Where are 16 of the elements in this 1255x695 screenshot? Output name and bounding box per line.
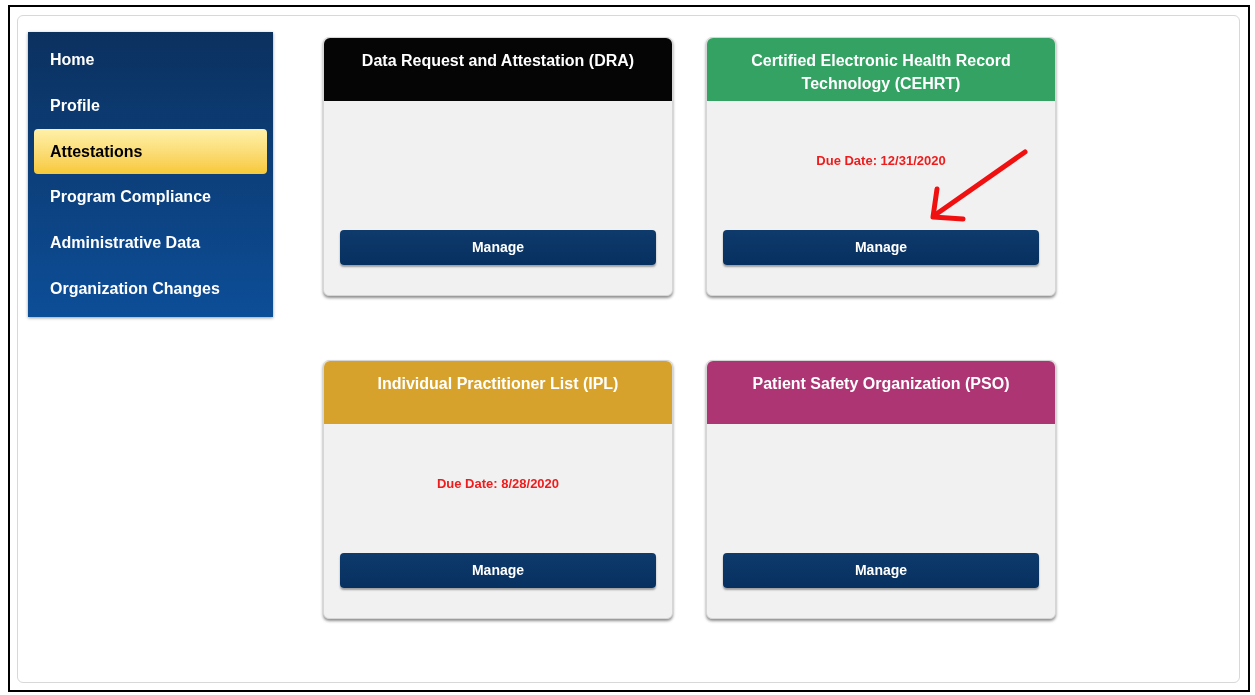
due-date: Due Date: 8/28/2020 [436,475,560,493]
sidebar-item[interactable]: Home [34,37,267,83]
sidebar-item[interactable]: Profile [34,83,267,129]
manage-button[interactable]: Manage [340,553,656,588]
card-title: Individual Practitioner List (IPL) [377,374,619,394]
card-title: Patient Safety Organization (PSO) [752,374,1010,394]
sidebar-item[interactable]: Attestations [34,129,267,174]
manage-button[interactable]: Manage [340,230,656,265]
manage-button[interactable]: Manage [723,553,1039,588]
card-title: Certified Electronic Health Record Technology (CEHRT) [750,51,1012,94]
sidebar-item[interactable]: Organization Changes [34,266,267,312]
due-date: Due Date: 12/31/2020 [816,152,946,170]
sidebar-item[interactable]: Program Compliance [34,174,267,220]
manage-button[interactable]: Manage [723,230,1039,265]
sidebar-item[interactable]: Administrative Data [34,220,267,266]
card-title: Data Request and Attestation (DRA) [361,51,635,71]
